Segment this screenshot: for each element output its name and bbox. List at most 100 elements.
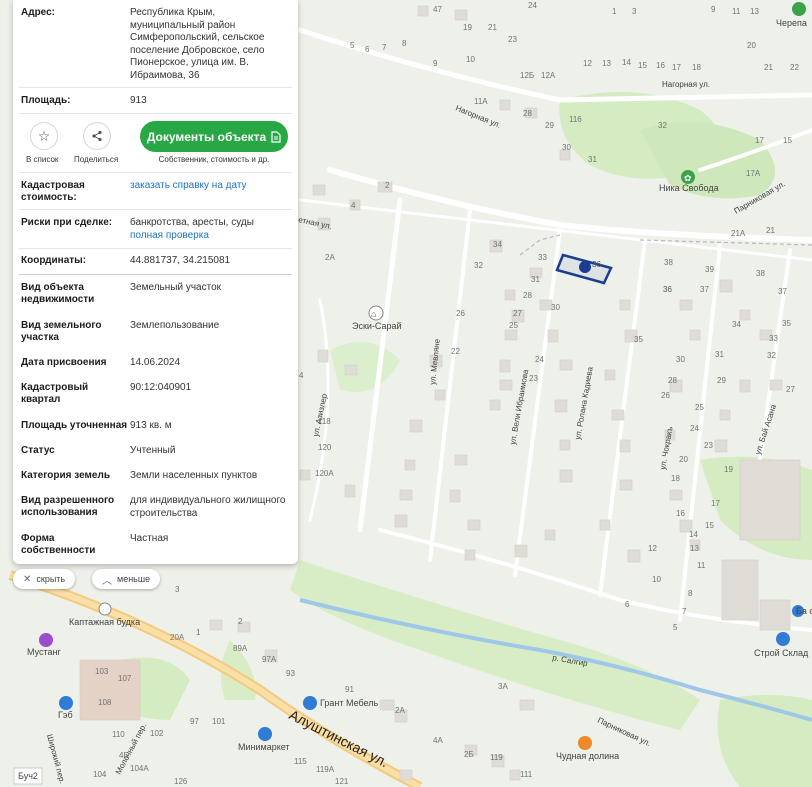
svg-text:28: 28 [668,376,677,385]
coords-value[interactable]: 44.881737, 34.215081 [130,255,292,268]
svg-text:4: 4 [351,201,356,210]
svg-text:16: 16 [676,509,685,518]
svg-text:2: 2 [385,181,390,190]
svg-text:11: 11 [732,7,741,16]
svg-text:12: 12 [648,544,657,553]
svg-text:35: 35 [782,319,791,328]
share-label: Поделиться [74,155,119,164]
full-check-link[interactable]: полная проверка [130,230,209,241]
divider [19,209,292,210]
row-risks: Риски при сделке: банкротства, аресты, с… [13,217,298,242]
svg-text:36: 36 [592,260,601,269]
poi-buch[interactable]: Буч2 [13,767,43,785]
star-icon: ☆ [37,127,51,144]
svg-text:32: 32 [767,351,776,360]
svg-text:33: 33 [538,253,547,262]
svg-text:110: 110 [112,730,125,739]
svg-text:31: 31 [588,155,597,164]
svg-text:13: 13 [602,59,611,68]
svg-text:29: 29 [717,376,726,385]
svg-text:21А: 21А [731,229,746,238]
svg-text:91: 91 [345,685,354,694]
row-coords: Координаты: 44.881737, 34.215081 [13,255,298,268]
add-to-list-button[interactable]: ☆ [30,122,58,150]
poi-ba-st[interactable]: Ба ст [792,605,812,617]
documents-button[interactable]: Документы объекта [140,121,288,152]
document-icon [271,130,281,143]
status-value: Учтенный [130,445,176,456]
svg-text:14: 14 [622,58,631,67]
svg-text:17А: 17А [746,169,761,178]
order-certificate-link[interactable]: заказать справку на дату [130,180,247,191]
svg-text:120А: 120А [315,469,334,478]
collapse-panel-label: меньше [117,574,151,584]
hide-panel-label: скрыть [36,574,66,584]
svg-text:5: 5 [350,41,355,50]
svg-text:26: 26 [456,309,465,318]
collapse-panel-button[interactable]: ︿ меньше [92,569,161,589]
svg-text:8: 8 [688,589,693,598]
svg-text:25: 25 [509,321,518,330]
svg-text:18: 18 [671,474,680,483]
svg-text:14: 14 [689,530,698,539]
svg-text:22: 22 [451,347,460,356]
risks-key: Риски при сделке: [21,217,113,228]
object-type-value: Земельный участок [130,282,222,293]
svg-text:2Б: 2Б [464,750,474,759]
svg-text:104: 104 [93,770,107,779]
poi-grant[interactable]: Грант Мебель [303,696,378,710]
svg-text:6: 6 [365,45,370,54]
row-registration-date: Дата присвоения 14.06.2024 [13,357,298,370]
svg-text:115: 115 [294,757,307,766]
svg-text:15: 15 [783,136,792,145]
precise-area-value: 913 кв. м [130,420,172,431]
svg-text:10: 10 [466,55,475,64]
svg-text:15: 15 [638,61,647,70]
svg-text:20А: 20А [170,633,185,642]
svg-text:27: 27 [786,385,795,394]
svg-text:18: 18 [692,63,701,72]
svg-text:1: 1 [196,628,201,637]
row-object-type: Вид объекта недвижимости Земельный участ… [13,282,298,306]
share-button[interactable] [83,122,111,150]
svg-text:12А: 12А [541,71,556,80]
svg-text:21: 21 [488,23,497,32]
svg-text:47: 47 [433,5,442,14]
row-cadastral-cost: Кадастровая стоимость: заказать справку … [13,180,298,204]
svg-text:⌂: ⌂ [371,309,376,319]
svg-text:32: 32 [658,121,667,130]
svg-text:7: 7 [682,607,687,616]
cadastral-cost-key: Кадастровая стоимость: [21,180,85,203]
row-ownership: Форма собственности Частная [13,533,298,557]
svg-text:12Б: 12Б [520,71,534,80]
quarter-key: Кадастровый квартал [21,382,89,405]
svg-text:✿: ✿ [684,173,692,183]
svg-text:39: 39 [705,265,714,274]
svg-text:119А: 119А [316,765,335,774]
svg-text:Минимаркет: Минимаркет [238,742,290,752]
svg-text:89А: 89А [233,644,248,653]
svg-text:116: 116 [569,115,582,124]
address-key: Адрес: [21,7,55,18]
svg-text:35: 35 [634,335,643,344]
land-type-value: Землепользование [130,320,220,331]
svg-text:13: 13 [750,7,759,16]
parcel-marker[interactable] [579,261,591,273]
usage-key: Вид разрешенного использования [21,495,115,518]
precise-area-key: Площадь уточненная [21,420,128,431]
row-usage: Вид разрешенного использования для индив… [13,495,298,520]
divider [19,172,292,173]
svg-text:8: 8 [402,39,407,48]
hide-panel-button[interactable]: ✕ скрыть [13,569,76,589]
svg-text:37: 37 [778,287,787,296]
svg-text:28: 28 [523,109,532,118]
svg-text:9: 9 [711,5,716,14]
svg-text:30: 30 [551,303,560,312]
close-icon: ✕ [23,573,32,585]
svg-text:21: 21 [764,63,773,72]
svg-text:Ба ст: Ба ст [796,606,812,616]
row-category: Категория земель Земли населенных пункто… [13,470,298,483]
row-precise-area: Площадь уточненная 913 кв. м [13,420,298,433]
svg-text:5: 5 [673,623,678,632]
svg-text:120: 120 [318,443,332,452]
